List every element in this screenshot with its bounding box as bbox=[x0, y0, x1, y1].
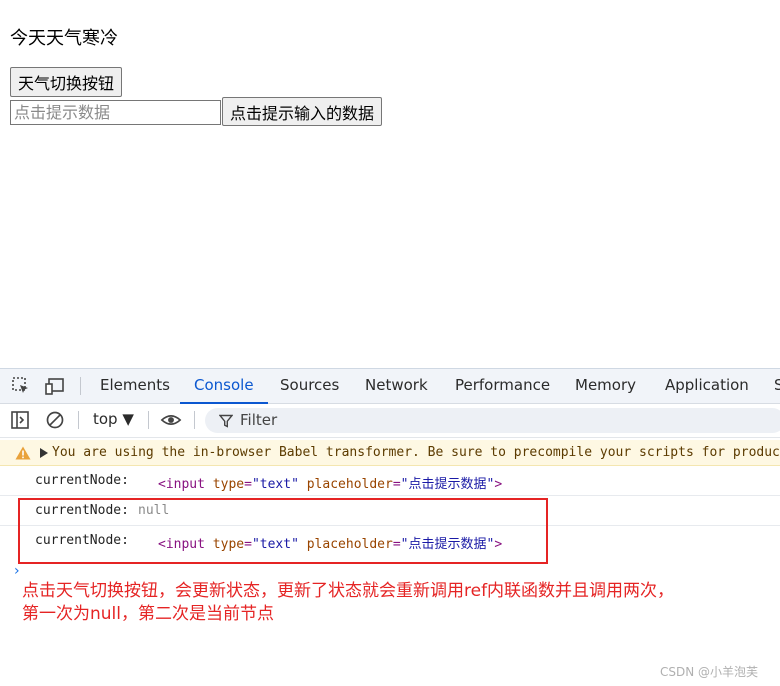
tab-memory[interactable]: Memory bbox=[575, 369, 636, 403]
data-input[interactable] bbox=[10, 100, 221, 125]
device-toolbar-icon[interactable] bbox=[44, 375, 66, 397]
toolbar-divider bbox=[194, 411, 195, 429]
rendered-page: 今天天气寒冷 天气切换按钮 点击提示输入的数据 bbox=[0, 0, 780, 368]
toolbar-divider bbox=[80, 377, 81, 395]
tab-console[interactable]: Console bbox=[180, 369, 267, 404]
warning-message: You are using the in-browser Babel trans… bbox=[0, 440, 780, 466]
watermark: CSDN @小羊泡芙 bbox=[660, 665, 759, 679]
annotation-line: 第一次为null，第二次是当前节点 bbox=[22, 604, 274, 624]
toolbar-divider bbox=[148, 411, 149, 429]
tab-sources[interactable]: Sources bbox=[280, 369, 339, 403]
clear-console-icon[interactable] bbox=[44, 409, 66, 431]
toolbar-divider bbox=[78, 411, 79, 429]
annotation-line: 点击天气切换按钮，会更新状态，更新了状态就会重新调用ref内联函数并且调用两次， bbox=[22, 581, 675, 601]
inspect-element-icon[interactable] bbox=[10, 375, 32, 397]
filter-icon bbox=[215, 410, 237, 432]
warning-text: You are using the in-browser Babel trans… bbox=[52, 445, 780, 460]
show-input-data-button[interactable]: 点击提示输入的数据 bbox=[222, 97, 383, 126]
highlight-box bbox=[18, 498, 548, 564]
devtools-panel: Elements Console Sources Network Perform… bbox=[0, 368, 780, 686]
tab-network[interactable]: Network bbox=[365, 369, 428, 403]
tab-overflow[interactable]: S bbox=[774, 369, 780, 403]
weather-status-text: 今天天气寒冷 bbox=[10, 28, 118, 49]
devtools-tabbar: Elements Console Sources Network Perform… bbox=[0, 369, 780, 404]
filter-input[interactable]: Filter bbox=[205, 408, 780, 433]
weather-toggle-button[interactable]: 天气切换按钮 bbox=[10, 67, 123, 97]
tab-elements[interactable]: Elements bbox=[100, 369, 170, 403]
context-selector[interactable]: top ▼ bbox=[93, 410, 134, 428]
tab-application[interactable]: Application bbox=[665, 369, 749, 403]
console-toolbar: top ▼ Filter bbox=[0, 404, 780, 438]
annotation-note: 点击天气切换按钮，会更新状态，更新了状态就会重新调用ref内联函数并且调用两次，… bbox=[22, 580, 762, 626]
tab-performance[interactable]: Performance bbox=[455, 369, 550, 403]
console-prompt[interactable]: › bbox=[14, 563, 20, 579]
filter-placeholder: Filter bbox=[240, 411, 278, 429]
console-output: You are using the in-browser Babel trans… bbox=[0, 438, 780, 686]
log-key: currentNode: bbox=[35, 473, 129, 488]
log-row: currentNode: <input type="text" placehol… bbox=[0, 466, 780, 496]
expand-triangle-icon[interactable] bbox=[38, 442, 50, 464]
warning-icon bbox=[12, 442, 34, 464]
log-value-node[interactable]: <input type="text" placeholder="点击提示数据"> bbox=[158, 473, 502, 492]
sidebar-toggle-icon[interactable] bbox=[9, 409, 31, 431]
eye-icon[interactable] bbox=[160, 409, 182, 431]
